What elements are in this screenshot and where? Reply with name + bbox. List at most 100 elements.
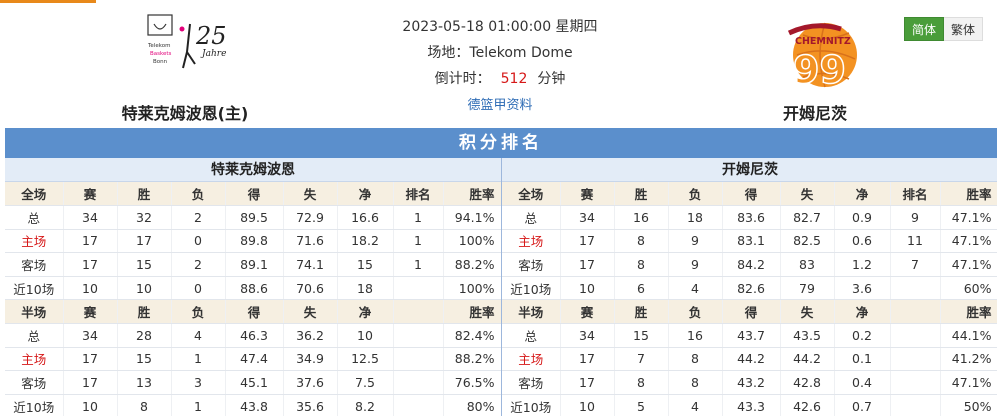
table-cell: 10 [560, 394, 615, 416]
lang-simplified-button[interactable]: 简体 [904, 17, 945, 41]
league-link[interactable]: 德篮甲资料 [467, 98, 532, 113]
column-header: 胜率 [443, 182, 502, 207]
table-cell: 10 [337, 323, 394, 348]
svg-text:Bonn: Bonn [153, 59, 168, 65]
table-row: 总 34 16 18 83.6 82.7 0.9 9 47.1% [502, 205, 997, 230]
table-cell: 84.2 [722, 252, 781, 277]
table-cell: 34 [560, 205, 615, 230]
table-cell: 34.9 [283, 347, 338, 372]
table-cell: 16 [614, 205, 669, 230]
match-info: 2023-05-18 01:00:00 星期四 场地：Telekom Dome … [380, 18, 620, 122]
table-cell: 4 [668, 276, 723, 301]
row-label: 主场 [5, 229, 64, 254]
table-cell: 70.6 [283, 276, 338, 301]
table-cell: 32 [117, 205, 172, 230]
table-cell: 1 [393, 205, 444, 230]
table-cell: 0 [171, 276, 226, 301]
column-header: 负 [668, 299, 723, 325]
table-cell: 72.9 [283, 205, 338, 230]
away-panel-title: 开姆尼茨 [502, 158, 997, 182]
table-cell: 46.3 [225, 323, 284, 348]
table-cell: 10 [63, 276, 118, 301]
table-cell: 47.4 [225, 347, 284, 372]
table-cell: 7 [890, 252, 941, 277]
row-label: 主场 [502, 347, 561, 372]
table-cell: 7 [614, 347, 669, 372]
table-cell: 82.5 [780, 229, 835, 254]
table-cell: 43.7 [722, 323, 781, 348]
table-row: 总 34 15 16 43.7 43.5 0.2 44.1% [502, 323, 997, 348]
table-row: 近10场 10 8 1 43.8 35.6 8.2 80% [5, 394, 502, 416]
table-cell: 82.6 [722, 276, 781, 301]
column-header: 失 [780, 299, 835, 325]
column-header [890, 299, 941, 325]
column-header: 半场 [502, 299, 561, 325]
column-header: 胜率 [443, 299, 502, 325]
table-cell: 80% [443, 394, 502, 416]
away-team-name[interactable]: 开姆尼茨 [755, 100, 875, 124]
away-standings-panel: 开姆尼茨 全场赛胜负得失净排名 胜率总 34 16 18 83.6 82.7 0.9 9 47.1… [502, 158, 997, 416]
table-cell: 34 [560, 323, 615, 348]
table-cell: 1 [171, 347, 226, 372]
row-label: 近10场 [5, 276, 64, 301]
svg-text:Baskets: Baskets [150, 51, 172, 57]
row-label: 客场 [502, 252, 561, 277]
table-cell: 74.1 [283, 252, 338, 277]
home-panel-title: 特莱克姆波恩 [5, 158, 501, 182]
table-cell: 8 [668, 347, 723, 372]
table-cell: 1 [393, 252, 444, 277]
table-row: 客场 17 8 8 43.2 42.8 0.4 47.1% [502, 370, 997, 395]
table-header-row: 全场赛胜负得失净排名 胜率 [502, 182, 997, 207]
table-row: 近10场 10 6 4 82.6 79 3.6 60% [502, 276, 997, 301]
countdown-label: 倒计时： [434, 71, 491, 87]
table-cell: 7.5 [337, 370, 394, 395]
table-cell: 2 [171, 252, 226, 277]
table-cell: 17 [560, 347, 615, 372]
table-cell: 8.2 [337, 394, 394, 416]
table-cell: 11 [890, 229, 941, 254]
column-header: 赛 [63, 299, 118, 325]
table-cell: 43.5 [780, 323, 835, 348]
table-cell: 83.1 [722, 229, 781, 254]
home-team-logo[interactable]: 25 Jahre Telekom Baskets Bonn [140, 12, 230, 92]
table-cell: 50% [940, 394, 997, 416]
column-header: 得 [722, 182, 781, 207]
table-cell: 2 [171, 205, 226, 230]
column-header: 胜 [117, 182, 172, 207]
table-cell: 89.8 [225, 229, 284, 254]
countdown-unit: 分钟 [537, 71, 566, 87]
table-cell: 89.5 [225, 205, 284, 230]
table-cell: 89.1 [225, 252, 284, 277]
away-team-logo[interactable]: CHEMNITZ 99 [775, 15, 865, 95]
table-cell: 9 [668, 229, 723, 254]
svg-text:CHEMNITZ: CHEMNITZ [795, 36, 851, 47]
table-cell: 47.1% [940, 229, 997, 254]
row-label: 总 [502, 205, 561, 230]
table-cell: 8 [117, 394, 172, 416]
home-standings-table: 全场赛胜负得失净排名 胜率总 34 32 2 89.5 72.9 16.6 1 94.1% 主场 17… [5, 182, 502, 416]
table-cell: 10 [117, 276, 172, 301]
table-cell: 43.3 [722, 394, 781, 416]
table-cell: 17 [63, 229, 118, 254]
column-header: 赛 [63, 182, 118, 207]
home-team-name[interactable]: 特莱克姆波恩(主) [100, 100, 270, 124]
table-cell: 45.1 [225, 370, 284, 395]
column-header: 得 [225, 299, 284, 325]
table-cell: 1.2 [834, 252, 891, 277]
svg-text:25: 25 [195, 22, 227, 50]
lang-traditional-button[interactable]: 繁体 [944, 17, 984, 41]
table-row: 近10场 10 5 4 43.3 42.6 0.7 50% [502, 394, 997, 416]
table-cell: 43.2 [722, 370, 781, 395]
table-cell: 8 [614, 370, 669, 395]
table-header-row: 半场赛胜负得失净 胜率 [502, 299, 997, 325]
table-cell: 28 [117, 323, 172, 348]
column-header: 得 [722, 299, 781, 325]
row-label: 客场 [5, 370, 64, 395]
table-cell [890, 347, 941, 372]
svg-text:Telekom: Telekom [147, 43, 170, 49]
column-header: 得 [225, 182, 284, 207]
table-cell [393, 323, 444, 348]
table-cell: 88.2% [443, 252, 502, 277]
table-cell: 88.2% [443, 347, 502, 372]
table-cell: 8 [668, 370, 723, 395]
